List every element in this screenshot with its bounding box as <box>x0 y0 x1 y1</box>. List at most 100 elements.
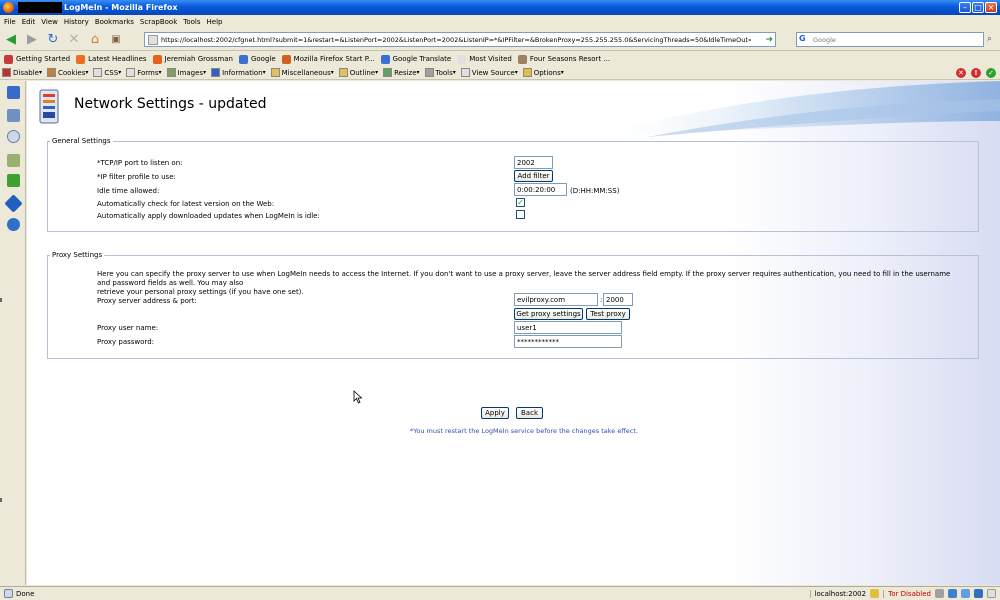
tcp-port-input[interactable] <box>514 156 553 169</box>
sidebar-computer-icon[interactable] <box>7 86 20 99</box>
bookmark-label: Most Visited <box>469 55 512 63</box>
menu-history[interactable]: History <box>64 18 95 26</box>
proxy-settings-fieldset: Proxy Settings <box>47 251 979 359</box>
bookmark-item[interactable]: Google Translate <box>380 54 452 64</box>
search-box[interactable]: G <box>796 32 984 47</box>
firefox-icon <box>3 2 14 13</box>
devtools-item-icon <box>270 68 280 77</box>
minimize-icon[interactable]: – <box>959 2 971 13</box>
bookmark-item[interactable]: Most Visited <box>457 54 512 64</box>
bookmark-item[interactable]: Google <box>238 54 276 64</box>
scrapbook-icon[interactable]: ▣ <box>107 30 125 48</box>
bookmark-icon <box>4 54 13 64</box>
url-bar[interactable]: ➜ <box>144 32 776 47</box>
auto-apply-label: Automatically apply downloaded updates w… <box>97 212 320 220</box>
window-title: LogMeIn - Mozilla Firefox <box>64 3 178 12</box>
menu-help[interactable]: Help <box>207 18 229 26</box>
sidebar-clock-icon[interactable] <box>7 130 20 143</box>
menu-bar: File Edit View History Bookmarks ScrapBo… <box>0 15 1000 28</box>
sidebar-download-icon[interactable] <box>7 154 20 167</box>
proxy-port-input[interactable] <box>603 293 633 306</box>
devtools-item-icon <box>126 68 136 77</box>
tor-status[interactable]: Tor Disabled <box>883 589 931 598</box>
auto-apply-checkbox[interactable] <box>516 210 525 219</box>
devtools-item-label: Miscellaneous <box>281 68 331 77</box>
bookmark-item[interactable]: Latest Headlines <box>76 54 147 64</box>
refresh-icon[interactable] <box>961 589 970 598</box>
bookmark-item[interactable]: Mozilla Firefox Start P... <box>281 54 375 64</box>
search-input[interactable] <box>813 35 963 44</box>
devtools-menu-item[interactable]: Outline ▾ <box>338 68 378 77</box>
devtools-item-label: Resize <box>394 68 417 77</box>
dropdown-arrow-icon: ▾ <box>452 69 456 76</box>
status-page-icon <box>4 589 13 598</box>
bookmark-item[interactable]: Jeremiah Grossman <box>152 54 233 64</box>
dropdown-arrow-icon: ▾ <box>85 69 89 76</box>
warning-icon[interactable]: ! <box>971 68 981 78</box>
close-icon[interactable]: × <box>985 2 997 13</box>
devtools-item-label: View Source <box>471 68 515 77</box>
idle-time-input[interactable] <box>514 183 567 196</box>
reload-icon[interactable]: ↻ <box>44 30 62 48</box>
bookmark-label: Getting Started <box>16 55 71 63</box>
lock-icon[interactable] <box>870 589 880 598</box>
google-icon[interactable]: G <box>799 34 813 45</box>
sync-icon[interactable] <box>948 589 957 598</box>
devtools-menu-item[interactable]: Cookies ▾ <box>46 68 89 77</box>
devtools-menu-item[interactable]: Images ▾ <box>166 68 206 77</box>
bookmark-label: Google Translate <box>392 55 452 63</box>
devtools-menu-item[interactable]: Options ▾ <box>522 68 564 77</box>
mouse-cursor-icon <box>353 390 363 404</box>
devtools-menu-item[interactable]: Disable ▾ <box>2 68 42 77</box>
devtools-item-label: Outline <box>349 68 376 77</box>
devtools-item-icon <box>383 68 393 77</box>
devtools-menu-item[interactable]: Miscellaneous ▾ <box>270 68 334 77</box>
home-icon[interactable]: ⌂ <box>86 30 104 48</box>
sidebar-network-icon[interactable] <box>4 194 23 213</box>
add-filter-button[interactable]: Add filter <box>514 170 553 182</box>
apply-button[interactable]: Apply <box>481 407 509 419</box>
menu-file[interactable]: File <box>4 18 22 26</box>
back-button[interactable]: Back <box>516 407 543 419</box>
network-icon[interactable] <box>974 589 983 598</box>
devtools-menu-item[interactable]: Forms ▾ <box>126 68 162 77</box>
devtools-item-icon <box>211 68 221 77</box>
devtools-menu-item[interactable]: View Source ▾ <box>460 68 518 77</box>
bookmark-icon <box>380 54 390 64</box>
bookmark-item[interactable]: Getting Started <box>4 54 71 64</box>
sidebar-puzzle-icon[interactable] <box>7 174 20 187</box>
forward-icon[interactable]: ▶ <box>23 30 41 48</box>
proxy-password-label: Proxy password: <box>97 338 154 346</box>
error-icon[interactable]: ✕ <box>956 68 966 78</box>
search-icon[interactable]: ⌕ <box>987 34 992 44</box>
proxy-password-input[interactable] <box>514 335 622 348</box>
menu-view[interactable]: View <box>41 18 64 26</box>
menu-scrapbook[interactable]: ScrapBook <box>140 18 183 26</box>
sidebar <box>0 81 26 585</box>
menu-edit[interactable]: Edit <box>22 18 42 26</box>
maximize-icon[interactable]: □ <box>972 2 984 13</box>
bookmark-item[interactable]: Four Seasons Resort ... <box>517 54 610 64</box>
auto-check-checkbox[interactable]: ✓ <box>516 198 525 207</box>
url-input[interactable] <box>161 35 751 44</box>
devtools-menu-item[interactable]: Information ▾ <box>211 68 266 77</box>
menu-bookmarks[interactable]: Bookmarks <box>95 18 140 26</box>
devtools-item-icon <box>522 68 532 77</box>
devtools-menu-item[interactable]: CSS ▾ <box>93 68 121 77</box>
sidebar-files-icon[interactable] <box>7 109 20 122</box>
devtools-menu-item[interactable]: Resize ▾ <box>383 68 420 77</box>
menu-tools[interactable]: Tools <box>183 18 206 26</box>
test-proxy-button[interactable]: Test proxy <box>586 308 630 320</box>
devtools-menu-item[interactable]: Tools ▾ <box>424 68 456 77</box>
devtools-status: ✕ ! ✓ <box>956 68 996 78</box>
valid-icon[interactable]: ✓ <box>986 68 996 78</box>
back-icon[interactable]: ◀ <box>2 30 20 48</box>
get-proxy-settings-button[interactable]: Get proxy settings <box>514 308 583 320</box>
proxy-user-input[interactable] <box>514 321 622 334</box>
stop-icon[interactable]: ✕ <box>65 30 83 48</box>
redacted-block <box>18 2 62 13</box>
proxy-address-input[interactable] <box>514 293 598 306</box>
go-icon[interactable]: ➜ <box>765 35 773 45</box>
sidebar-info-icon[interactable] <box>7 218 20 231</box>
addon-icon[interactable] <box>935 589 944 598</box>
